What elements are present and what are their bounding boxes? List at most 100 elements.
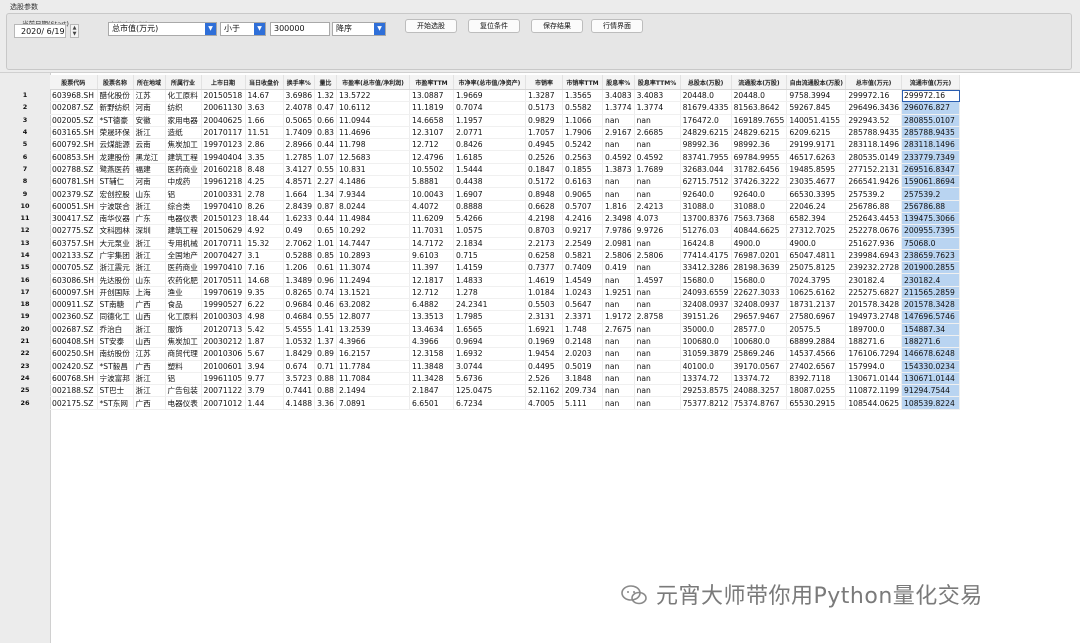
table-cell[interactable]: 002775.SZ <box>50 224 98 238</box>
table-cell[interactable]: 19961218 <box>201 175 246 189</box>
table-cell[interactable]: nan <box>602 360 635 373</box>
table-cell[interactable]: 300417.SZ <box>50 212 98 226</box>
table-cell[interactable]: 20100331 <box>201 187 246 201</box>
table-cell[interactable]: 0.8703 <box>525 224 563 238</box>
table-cell[interactable]: 浙江 <box>133 200 166 213</box>
table-cell[interactable]: 9.77 <box>245 372 284 386</box>
table-cell[interactable]: 0.49 <box>283 224 316 238</box>
table-cell[interactable]: 91294.7544 <box>901 384 961 398</box>
table-cell[interactable]: 1.9454 <box>525 347 563 361</box>
table-cell[interactable]: 0.1847 <box>525 163 563 177</box>
table-cell[interactable]: 251627.936 <box>845 237 903 250</box>
column-header[interactable]: 上市日期 <box>201 75 246 90</box>
table-row[interactable]: 17 600097.SH 开创国际 上海 渔业 19970619 9.35 0.8265 0.7… <box>0 286 961 300</box>
table-cell[interactable]: 169189.7655 <box>731 114 788 127</box>
table-cell[interactable]: 29253.8575 <box>680 384 732 398</box>
table-cell[interactable]: 1.37 <box>314 335 337 349</box>
table-cell[interactable]: 15.32 <box>245 237 284 250</box>
table-cell[interactable]: 0.5647 <box>562 298 603 312</box>
save-results-button[interactable]: 保存结果 <box>531 19 583 33</box>
table-cell[interactable]: 13.0887 <box>409 89 454 103</box>
table-cell[interactable]: 600408.SH <box>50 335 98 349</box>
table-cell[interactable]: 8392.7118 <box>786 372 847 386</box>
table-cell[interactable]: 154887.34 <box>901 323 961 336</box>
table-cell[interactable]: 209.734 <box>562 384 603 398</box>
table-cell[interactable]: 9.35 <box>245 286 284 300</box>
table-cell[interactable]: 1.4159 <box>453 261 526 275</box>
table-cell[interactable]: 10625.6162 <box>786 286 847 300</box>
table-cell[interactable]: 6.22 <box>245 298 284 312</box>
table-cell[interactable]: 11.397 <box>409 261 454 275</box>
table-cell[interactable]: 0.5172 <box>525 175 563 189</box>
table-cell[interactable]: 2.3131 <box>525 310 563 324</box>
table-cell[interactable]: 宁波富邦 <box>97 372 134 386</box>
table-cell[interactable]: 81679.4335 <box>680 101 732 115</box>
table-cell[interactable]: 5.111 <box>562 396 603 410</box>
table-cell[interactable]: 1.1957 <box>453 114 526 127</box>
table-cell[interactable]: 河南 <box>133 175 166 189</box>
table-cell[interactable]: 1.3873 <box>602 163 635 177</box>
table-cell[interactable]: 1.9251 <box>602 286 635 300</box>
table-cell[interactable]: 0.71 <box>314 360 337 373</box>
table-cell[interactable]: 0.89 <box>314 347 337 361</box>
table-cell[interactable]: 92640.0 <box>680 187 732 201</box>
table-cell[interactable]: 1.01 <box>314 237 337 250</box>
table-cell[interactable]: 2.526 <box>525 372 563 386</box>
table-cell[interactable]: 20448.0 <box>731 89 788 103</box>
table-cell[interactable]: 0.9829 <box>525 114 563 127</box>
table-cell[interactable]: 3.63 <box>245 101 284 115</box>
table-cell[interactable]: 39151.26 <box>680 310 732 324</box>
table-cell[interactable]: 13.5722 <box>336 89 410 103</box>
table-cell[interactable]: 铝 <box>165 372 202 386</box>
table-cell[interactable]: 20100303 <box>201 310 246 324</box>
table-cell[interactable]: 医药商业 <box>165 163 202 177</box>
table-cell[interactable]: 1.07 <box>314 150 337 164</box>
table-cell[interactable]: 11.7031 <box>409 224 454 238</box>
column-header[interactable]: 股息率TTM% <box>634 75 681 90</box>
table-cell[interactable]: 20575.5 <box>786 323 847 336</box>
table-row[interactable]: 9 002379.SZ 宏创控股 山东铝 20100331 2.78 1.664 1.34 7.… <box>0 187 961 201</box>
table-cell[interactable]: 0.7377 <box>525 261 563 275</box>
table-cell[interactable]: ST辅仁 <box>97 175 134 189</box>
table-cell[interactable]: 广西 <box>133 298 166 312</box>
table-cell[interactable]: 1.3774 <box>634 101 681 115</box>
table-cell[interactable]: 11.0944 <box>336 114 410 127</box>
table-cell[interactable]: 1.3774 <box>602 101 635 115</box>
table-cell[interactable]: 603165.SH <box>50 126 98 140</box>
table-cell[interactable]: 0.85 <box>314 249 337 263</box>
table-row[interactable]: 4 603165.SH 荣晟环保 浙江 造纸 20170117 11.51 1.7409 0.8… <box>0 126 961 140</box>
table-cell[interactable]: 4.4072 <box>409 200 454 213</box>
table-cell[interactable]: 0.4438 <box>453 175 526 189</box>
table-cell[interactable]: 1.4549 <box>562 273 603 287</box>
table-cell[interactable]: 0.87 <box>314 200 337 213</box>
table-cell[interactable]: 2.1494 <box>336 384 410 398</box>
table-cell[interactable]: 龙建股份 <box>97 150 134 164</box>
table-cell[interactable]: nan <box>602 114 635 127</box>
table-cell[interactable]: 0.2526 <box>525 150 563 164</box>
table-cell[interactable]: 0.5242 <box>562 138 603 152</box>
table-cell[interactable]: 33412.3286 <box>680 261 732 275</box>
table-cell[interactable]: 3.4083 <box>634 89 681 103</box>
table-row[interactable]: 19 002360.SZ 同德化工 山西 化工原料 20100303 4.98 0.4684 0… <box>0 310 961 324</box>
table-cell[interactable]: nan <box>602 138 635 152</box>
table-cell[interactable]: 4.25 <box>245 175 284 189</box>
table-cell[interactable]: 108539.8224 <box>901 396 961 410</box>
table-cell[interactable]: 2.0771 <box>453 126 526 140</box>
table-cell[interactable]: 铝 <box>165 187 202 201</box>
table-cell[interactable]: 0.2148 <box>562 335 603 349</box>
table-cell[interactable]: 4.2198 <box>525 212 563 226</box>
table-cell[interactable]: 62715.7512 <box>680 175 732 189</box>
table-cell[interactable]: 225275.6827 <box>845 286 903 300</box>
table-cell[interactable]: 10.831 <box>336 163 410 177</box>
table-cell[interactable]: 0.46 <box>314 298 337 312</box>
column-header[interactable]: 总市值(万元) <box>845 75 903 90</box>
table-cell[interactable]: 广告包装 <box>165 384 202 398</box>
table-cell[interactable]: 147696.5746 <box>901 310 961 324</box>
table-cell[interactable]: 浙江 <box>133 372 166 386</box>
table-row[interactable]: 16 603086.SH 先达股份 山东 农药化肥 20170511 14.68 1.3489… <box>0 273 961 287</box>
table-cell[interactable]: 35000.0 <box>680 323 732 336</box>
table-cell[interactable]: 140051.4155 <box>786 114 847 127</box>
reset-button[interactable]: 复位条件 <box>468 19 520 33</box>
table-cell[interactable]: 002788.SZ <box>50 163 98 177</box>
table-cell[interactable]: 深圳 <box>133 224 166 238</box>
